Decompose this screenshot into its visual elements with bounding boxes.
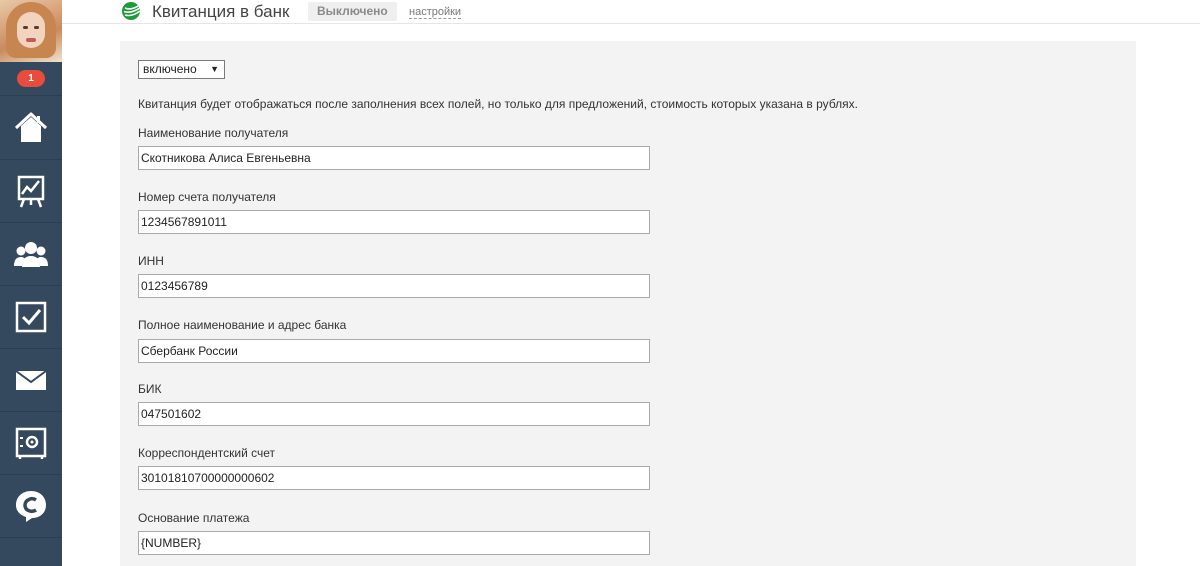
home-icon [14,112,48,142]
sberbank-logo-icon [122,2,142,20]
account-number-input[interactable]: 1234567891011 [138,210,650,234]
bank-name-input[interactable]: Сбербанк России [138,339,650,363]
bik-label: БИК [138,382,162,396]
sidebar-item-clients[interactable] [0,223,62,286]
enable-select-value: включено [143,62,197,76]
inn-input[interactable]: 0123456789 [138,274,650,298]
dropdown-arrow-icon: ▼ [210,64,219,74]
page-title: Квитанция в банк [152,2,290,21]
envelope-icon [15,370,47,390]
sidebar: 1 [0,0,62,566]
notification-badge[interactable]: 1 [17,70,45,87]
status-badge[interactable]: Выключено [308,2,397,21]
chart-board-icon [17,175,45,208]
payment-basis-input[interactable]: {NUMBER} [138,531,650,555]
sidebar-item-mail[interactable] [0,349,62,412]
chat-c-icon [16,491,46,522]
sidebar-item-chat[interactable] [0,475,62,538]
users-group-icon [14,242,48,267]
notifications-area: 1 [0,62,62,96]
recipient-name-label: Наименование получателя [138,126,289,140]
sidebar-item-safe[interactable] [0,412,62,475]
info-note: Квитанция будет отображаться после запол… [138,97,858,111]
recipient-name-input[interactable]: Скотникова Алиса Евгеньевна [138,146,650,170]
enable-select[interactable]: включено ▼ [138,60,225,79]
account-number-label: Номер счета получателя [138,190,276,204]
checkbox-icon [15,301,47,333]
bik-input[interactable]: 047501602 [138,402,650,426]
sidebar-item-tasks[interactable] [0,286,62,349]
settings-link[interactable]: настройки [409,6,462,19]
safe-icon [15,427,47,459]
correspondent-account-input[interactable]: 30101810700000000602 [138,466,650,490]
sidebar-item-analytics[interactable] [0,160,62,223]
avatar[interactable] [0,0,62,62]
bank-name-label: Полное наименование и адрес банка [138,318,347,332]
payment-basis-label: Основание платежа [138,511,250,525]
correspondent-account-label: Корреспондентский счет [138,446,276,460]
sidebar-item-home[interactable] [0,97,62,160]
inn-label: ИНН [138,254,164,268]
